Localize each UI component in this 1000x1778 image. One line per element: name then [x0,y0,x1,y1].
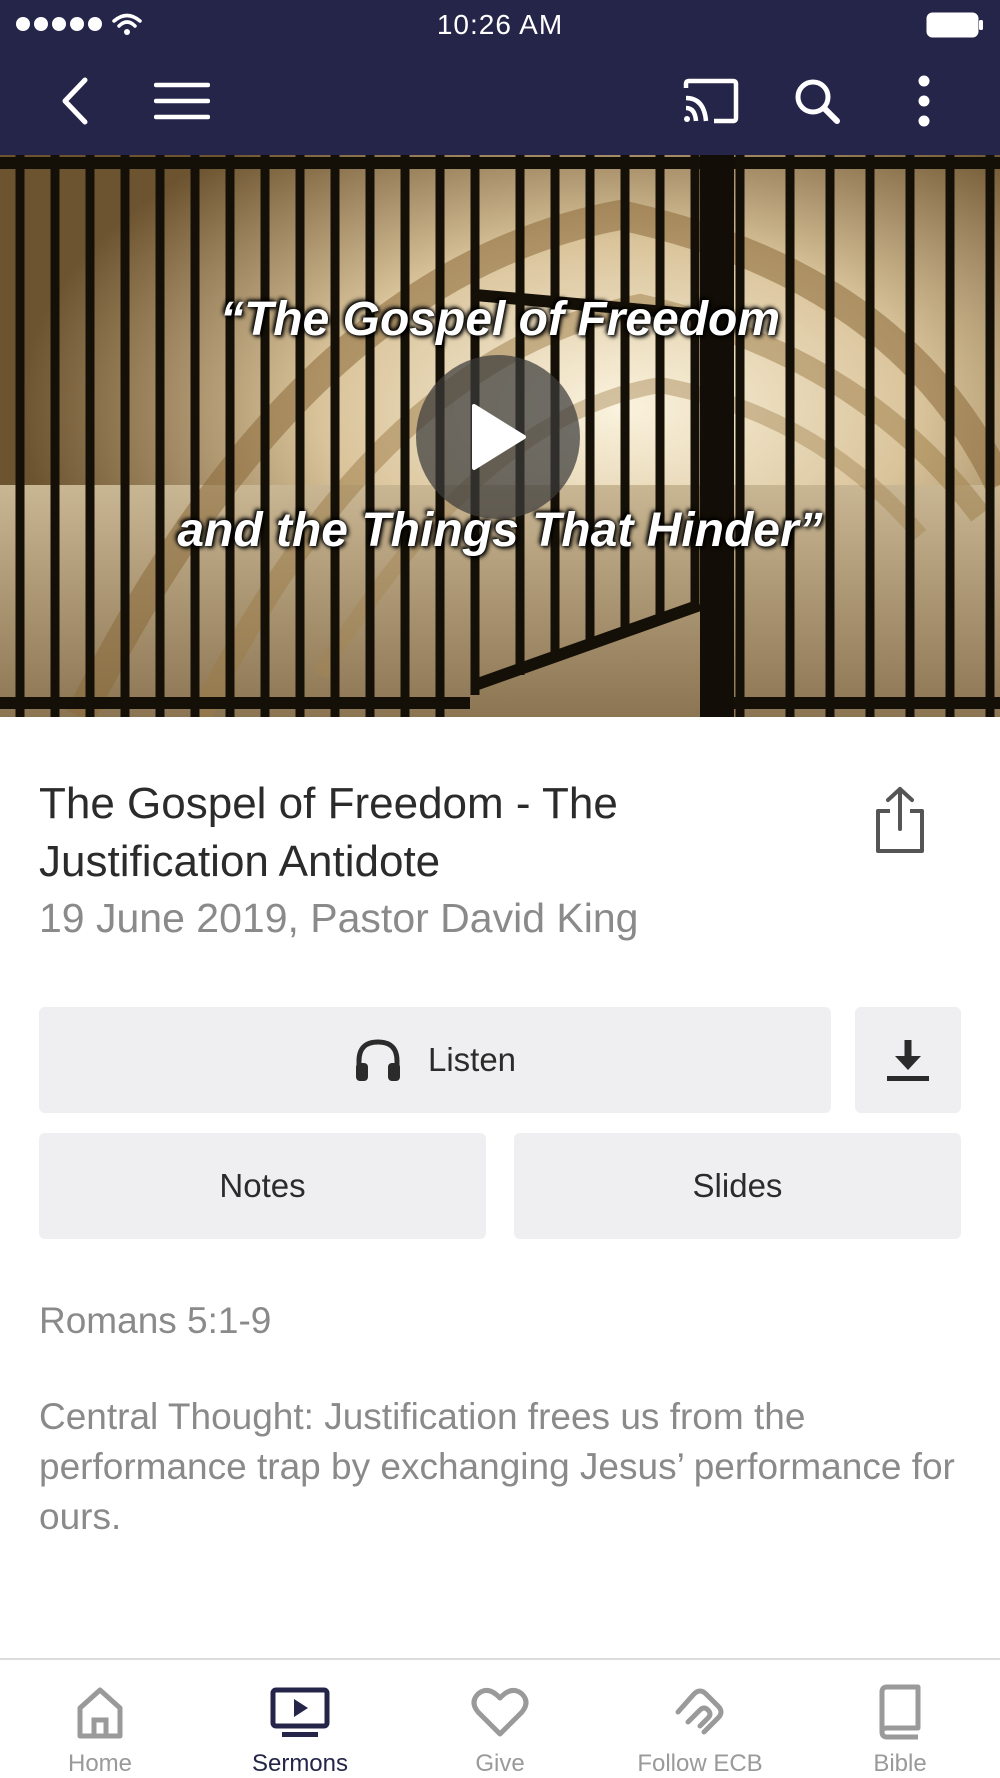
tab-bar: Home Sermons Give Follow ECB Bible [0,1658,1000,1778]
tab-give[interactable]: Give [400,1660,600,1778]
tab-follow-ecb[interactable]: Follow ECB [600,1660,800,1778]
heart-icon [471,1687,529,1737]
scripture-reference: Romans 5:1-9 [39,1300,272,1341]
video-player[interactable]: “The Gospel of Freedom and the Things Th… [0,155,1000,717]
tab-sermons[interactable]: Sermons [200,1660,400,1778]
tab-label: Follow ECB [637,1750,763,1777]
play-button[interactable] [416,355,580,519]
back-button[interactable] [40,66,110,136]
tab-label: Sermons [251,1750,349,1777]
tab-bible[interactable]: Bible [800,1660,1000,1778]
sermon-title: The Gospel of Freedom - The Justificatio… [39,779,618,886]
listen-button[interactable]: Listen [39,1007,831,1113]
tab-label: Bible [873,1750,927,1777]
notes-button[interactable]: Notes [39,1133,486,1239]
book-icon [879,1684,921,1740]
top-bar: 10:26 AM [0,0,1000,155]
search-button[interactable] [782,66,852,136]
menu-icon [154,82,210,120]
video-title-line-1: “The Gospel of Freedom [219,293,781,346]
listen-label: Listen [427,1041,517,1078]
share-icon [876,787,924,853]
download-button[interactable] [855,1007,961,1113]
status-time: 10:26 AM [436,9,564,40]
headphones-icon [355,1039,400,1081]
status-bar: 10:26 AM [0,0,1000,50]
search-icon [795,79,840,124]
central-thought: Central Thought: Justification frees us … [39,1396,955,1537]
menu-button[interactable] [147,66,217,136]
battery-icon [926,12,983,38]
follow-icon [675,1688,724,1735]
more-icon [918,75,930,127]
sermon-date-speaker: 19 June 2019, Pastor David King [39,895,639,941]
back-icon [62,77,88,125]
tab-home[interactable]: Home [0,1660,200,1778]
more-options-button[interactable] [889,66,959,136]
cast-icon [683,78,739,124]
home-icon [77,1687,123,1739]
cast-button[interactable] [676,66,746,136]
play-icon [472,404,526,470]
tab-label: Give [475,1750,525,1777]
slides-button[interactable]: Slides [514,1133,961,1239]
share-button[interactable] [870,785,930,855]
tab-label: Home [67,1750,133,1777]
sermons-icon [270,1687,330,1737]
download-icon [887,1040,929,1081]
